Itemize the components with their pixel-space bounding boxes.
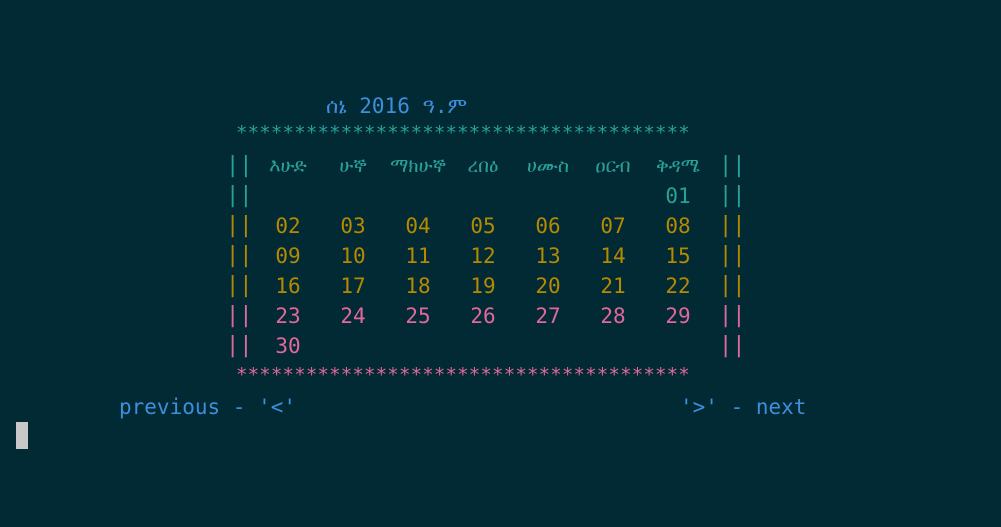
- border-bar-left: ||: [226, 213, 253, 238]
- border-bar-right: ||: [719, 333, 746, 358]
- border-bar-left: ||: [226, 333, 253, 358]
- border-bar-left: ||: [226, 183, 253, 208]
- day-cell[interactable]: 19: [453, 271, 513, 301]
- day-cell[interactable]: 06: [518, 211, 578, 241]
- terminal-cursor: [16, 422, 28, 449]
- weekday-header: ረበዕ: [467, 155, 499, 177]
- day-cell[interactable]: 28: [583, 301, 643, 331]
- day-cell[interactable]: 24: [323, 301, 383, 331]
- day-cell[interactable]: 30: [258, 331, 318, 361]
- day-cell[interactable]: 11: [388, 241, 448, 271]
- weekday-header: እሁድ: [269, 155, 307, 177]
- weekday-header: ማክሁኞ: [390, 155, 446, 177]
- day-cell[interactable]: 10: [323, 241, 383, 271]
- border-bar-right: ||: [719, 303, 746, 328]
- previous-hint[interactable]: previous - '<': [119, 392, 296, 422]
- day-cell[interactable]: 04: [388, 211, 448, 241]
- border-bar-right: ||: [719, 273, 746, 298]
- day-cell[interactable]: 21: [583, 271, 643, 301]
- day-cell[interactable]: 26: [453, 301, 513, 331]
- border-bar-left: ||: [226, 303, 253, 328]
- day-cell[interactable]: 02: [258, 211, 318, 241]
- next-hint[interactable]: '>' - next: [680, 392, 806, 422]
- day-cell[interactable]: 15: [648, 241, 708, 271]
- day-cell[interactable]: 12: [453, 241, 513, 271]
- day-cell[interactable]: 07: [583, 211, 643, 241]
- day-cell[interactable]: 29: [648, 301, 708, 331]
- day-cell[interactable]: 01: [648, 181, 708, 211]
- day-cell[interactable]: 13: [518, 241, 578, 271]
- border-bar-left: ||: [226, 243, 253, 268]
- weekday-header: ሀሙስ: [526, 155, 570, 177]
- day-cell[interactable]: 03: [323, 211, 383, 241]
- bottom-border: ***************************************: [236, 364, 690, 386]
- day-cell[interactable]: 22: [648, 271, 708, 301]
- weekday-header: ሁኞ: [339, 155, 367, 177]
- day-cell[interactable]: 27: [518, 301, 578, 331]
- weekday-header: ዐርብ: [595, 155, 631, 177]
- day-cell[interactable]: 25: [388, 301, 448, 331]
- day-cell[interactable]: 17: [323, 271, 383, 301]
- border-bar-right: ||: [719, 153, 746, 178]
- weekday-header: ቅዳሜ: [656, 155, 700, 177]
- border-bar-left: ||: [226, 153, 253, 178]
- border-bar-left: ||: [226, 273, 253, 298]
- day-cell[interactable]: 20: [518, 271, 578, 301]
- day-cell[interactable]: 08: [648, 211, 708, 241]
- day-cell[interactable]: 09: [258, 241, 318, 271]
- border-bar-right: ||: [719, 183, 746, 208]
- top-border: ***************************************: [236, 122, 690, 144]
- calendar-title: ሰኔ 2016 ዓ.ም: [326, 94, 468, 118]
- day-cell[interactable]: 05: [453, 211, 513, 241]
- border-bar-right: ||: [719, 213, 746, 238]
- border-bar-right: ||: [719, 243, 746, 268]
- day-cell[interactable]: 18: [388, 271, 448, 301]
- day-cell[interactable]: 14: [583, 241, 643, 271]
- day-cell[interactable]: 23: [258, 301, 318, 331]
- day-cell[interactable]: 16: [258, 271, 318, 301]
